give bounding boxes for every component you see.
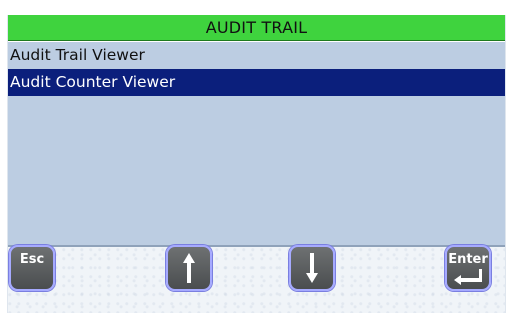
- up-button[interactable]: [166, 245, 212, 291]
- arrow-down-icon: [306, 253, 318, 283]
- down-button[interactable]: [289, 245, 335, 291]
- esc-button[interactable]: Esc: [9, 245, 55, 291]
- page-title: AUDIT TRAIL: [8, 15, 505, 41]
- menu-list: Audit Trail Viewer Audit Counter Viewer: [8, 42, 505, 245]
- esc-label: Esc: [19, 252, 45, 267]
- button-bar: [8, 247, 505, 313]
- menu-item-audit-counter-viewer[interactable]: Audit Counter Viewer: [8, 69, 505, 96]
- audit-trail-screen: AUDIT TRAIL Audit Trail Viewer Audit Cou…: [7, 15, 506, 313]
- enter-return-icon: [454, 269, 482, 285]
- enter-button[interactable]: Enter: [445, 245, 491, 291]
- arrow-up-icon: [183, 253, 195, 283]
- menu-item-audit-trail-viewer[interactable]: Audit Trail Viewer: [8, 42, 505, 69]
